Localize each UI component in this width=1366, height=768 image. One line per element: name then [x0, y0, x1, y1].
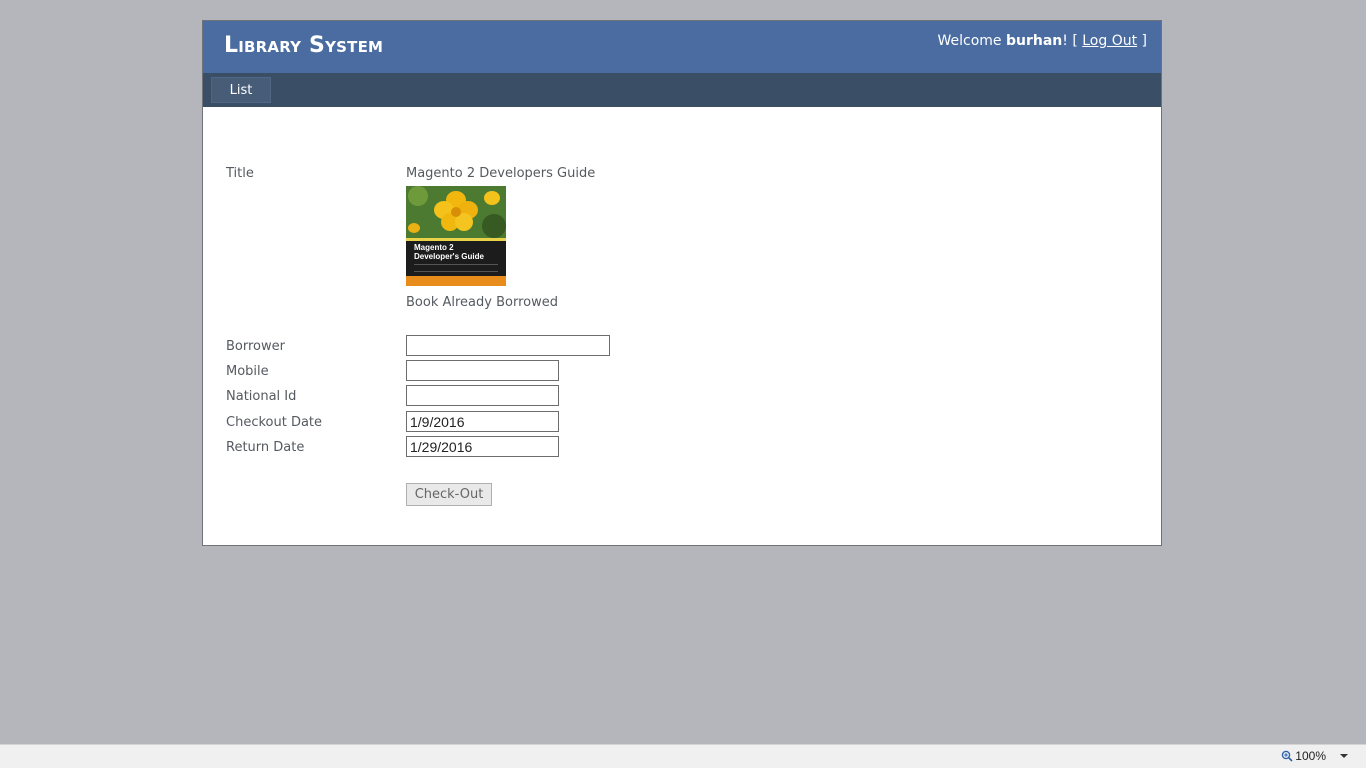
- mobile-label: Mobile: [226, 364, 269, 379]
- national-id-label: National Id: [226, 389, 297, 404]
- zoom-level: 100%: [1295, 749, 1326, 763]
- checkout-date-input[interactable]: [406, 411, 559, 432]
- national-id-input[interactable]: [406, 385, 559, 406]
- borrower-input[interactable]: [406, 335, 610, 356]
- book-title: Magento 2 Developers Guide: [406, 166, 596, 181]
- logout-link[interactable]: Log Out: [1082, 33, 1137, 49]
- menu-item-list[interactable]: List: [211, 77, 271, 103]
- return-date-label: Return Date: [226, 440, 305, 455]
- zoom-control[interactable]: 100%: [1281, 749, 1348, 763]
- browser-status-bar: 100%: [0, 744, 1366, 768]
- header: Library System Welcome burhan! [ Log Out…: [203, 21, 1161, 73]
- welcome-suffix: ! [: [1062, 33, 1083, 49]
- welcome-prefix: Welcome: [937, 33, 1006, 49]
- close-bracket: ]: [1137, 33, 1147, 49]
- zoom-icon: [1281, 750, 1293, 762]
- main-page-panel: Library System Welcome burhan! [ Log Out…: [202, 20, 1162, 546]
- cover-title-text: Magento 2 Developer's Guide: [414, 243, 484, 261]
- cover-flower-photo: [406, 186, 506, 238]
- mobile-input[interactable]: [406, 360, 559, 381]
- app-title: Library System: [224, 33, 384, 58]
- return-date-input[interactable]: [406, 436, 559, 457]
- checkout-button[interactable]: Check-Out: [406, 483, 492, 506]
- chevron-down-icon[interactable]: [1340, 754, 1348, 758]
- borrower-label: Borrower: [226, 339, 285, 354]
- login-display: Welcome burhan! [ Log Out ]: [937, 33, 1147, 49]
- checkout-date-label: Checkout Date: [226, 415, 323, 430]
- menu-bar: List: [203, 73, 1161, 107]
- book-cover-image: Magento 2 Developer's Guide: [406, 186, 506, 286]
- title-label: Title: [226, 166, 254, 181]
- borrow-status: Book Already Borrowed: [406, 295, 558, 310]
- username: burhan: [1005, 33, 1063, 49]
